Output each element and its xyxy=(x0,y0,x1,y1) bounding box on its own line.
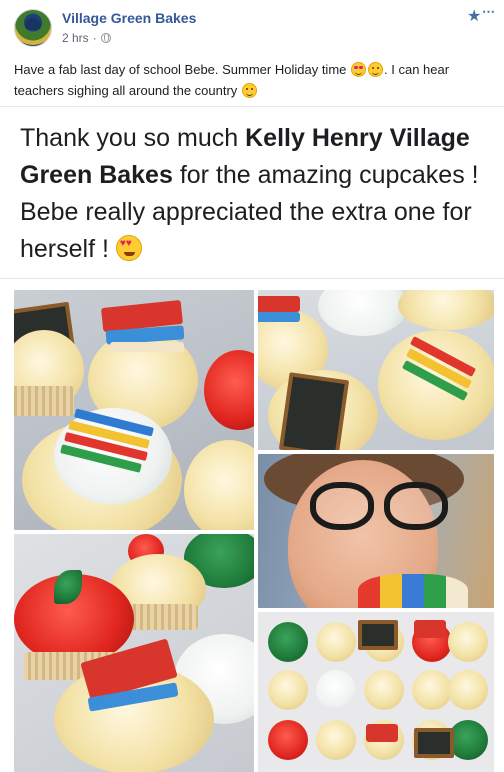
post-header: Village Green Bakes 2 hrs · ★ ⋯ xyxy=(0,0,504,52)
smiling-face-with-hearts-icon xyxy=(351,62,367,77)
post-timestamp[interactable]: 2 hrs xyxy=(62,31,89,45)
page-name-link[interactable]: Village Green Bakes xyxy=(62,10,196,26)
photo-cupcakes-chalkboard[interactable] xyxy=(258,290,494,450)
divider xyxy=(0,106,504,107)
post-caption: Have a fab last day of school Bebe. Summ… xyxy=(14,59,492,101)
globe-icon[interactable] xyxy=(100,33,111,43)
heart-eyes-icon xyxy=(115,235,142,261)
shared-post-text: Thank you so much Kelly Henry Village Gr… xyxy=(20,120,490,268)
cupcake-in-mouth xyxy=(358,574,468,608)
photo-girl-eating-cupcake[interactable] xyxy=(258,454,494,608)
divider xyxy=(0,278,504,279)
more-options-icon[interactable]: ⋯ xyxy=(482,4,496,20)
photo-cupcakes-books-crayons[interactable] xyxy=(14,290,254,530)
photo-cupcake-box[interactable] xyxy=(258,612,494,772)
chalkboard-topper xyxy=(278,372,350,450)
grinning-face-icon xyxy=(241,83,257,98)
apple-topper xyxy=(204,350,254,430)
photo-cupcakes-apples-books[interactable] xyxy=(14,534,254,772)
star-icon[interactable]: ★ xyxy=(467,6,481,26)
glasses xyxy=(310,482,374,530)
caption-text: Have a fab last day of school Bebe. Summ… xyxy=(14,62,347,77)
photo-collage xyxy=(10,288,494,772)
page-avatar[interactable] xyxy=(14,9,52,47)
smiling-face-icon xyxy=(368,62,384,77)
post-meta: 2 hrs · xyxy=(62,31,111,45)
shared-text-before: Thank you so much xyxy=(20,124,246,152)
